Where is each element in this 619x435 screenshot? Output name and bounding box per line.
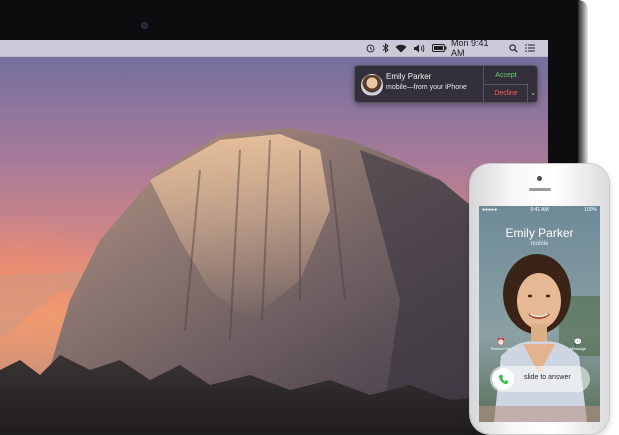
iphone-screen: ●●●●● 9:41 AM 100% Emily Parker mobile ⏰… xyxy=(479,206,600,422)
remind-me-label: Remind Me xyxy=(490,346,512,351)
caller-name: Emily Parker xyxy=(386,72,432,81)
menu-bar-clock[interactable]: Mon 9:41 AM xyxy=(451,40,503,58)
phone-icon[interactable] xyxy=(492,368,514,390)
caller-avatar xyxy=(361,74,383,96)
iphone-caller-detail: mobile xyxy=(530,241,549,247)
decline-button[interactable]: Decline xyxy=(484,84,528,102)
iphone-speaker xyxy=(529,188,551,191)
alarm-icon: ⏰ xyxy=(496,339,506,346)
iphone-battery-percent: 100% xyxy=(584,207,597,213)
iphone-camera xyxy=(537,176,542,181)
decline-options-chevron-icon[interactable]: ⌄ xyxy=(527,84,538,102)
message-bubble-icon: 💬 xyxy=(573,339,583,346)
volume-icon[interactable] xyxy=(412,42,426,54)
iphone-caller-name: Emily Parker xyxy=(505,226,574,240)
remind-me-button[interactable]: ⏰ Remind Me xyxy=(489,338,513,351)
caller-detail: mobile—from your iPhone xyxy=(386,84,467,91)
notification-center-icon[interactable] xyxy=(524,42,536,54)
slide-to-answer-slider[interactable]: slide to answer xyxy=(490,366,590,392)
wifi-icon[interactable] xyxy=(394,42,408,54)
iphone-status-bar: ●●●●● 9:41 AM 100% xyxy=(479,206,600,215)
macbook-camera xyxy=(141,22,148,29)
bluetooth-icon[interactable] xyxy=(380,42,390,54)
slide-to-answer-label: slide to answer xyxy=(524,374,571,381)
accept-button[interactable]: Accept xyxy=(484,66,528,85)
message-button[interactable]: 💬 Message xyxy=(565,338,591,351)
iphone-status-time: 9:41 AM xyxy=(530,207,549,213)
battery-icon[interactable] xyxy=(431,42,447,54)
iphone-device: ●●●●● 9:41 AM 100% Emily Parker mobile ⏰… xyxy=(470,164,609,434)
spotlight-icon[interactable] xyxy=(508,42,518,54)
notification-actions: Accept Decline xyxy=(483,66,528,102)
macbook-screen: Mon 9:41 AM Emily Parker mobile—from you… xyxy=(0,40,548,435)
message-label: Message xyxy=(569,346,587,351)
time-machine-icon[interactable] xyxy=(364,42,376,54)
menu-bar: Mon 9:41 AM xyxy=(0,40,548,58)
incoming-call-notification: Emily Parker mobile—from your iPhone Acc… xyxy=(354,65,538,103)
